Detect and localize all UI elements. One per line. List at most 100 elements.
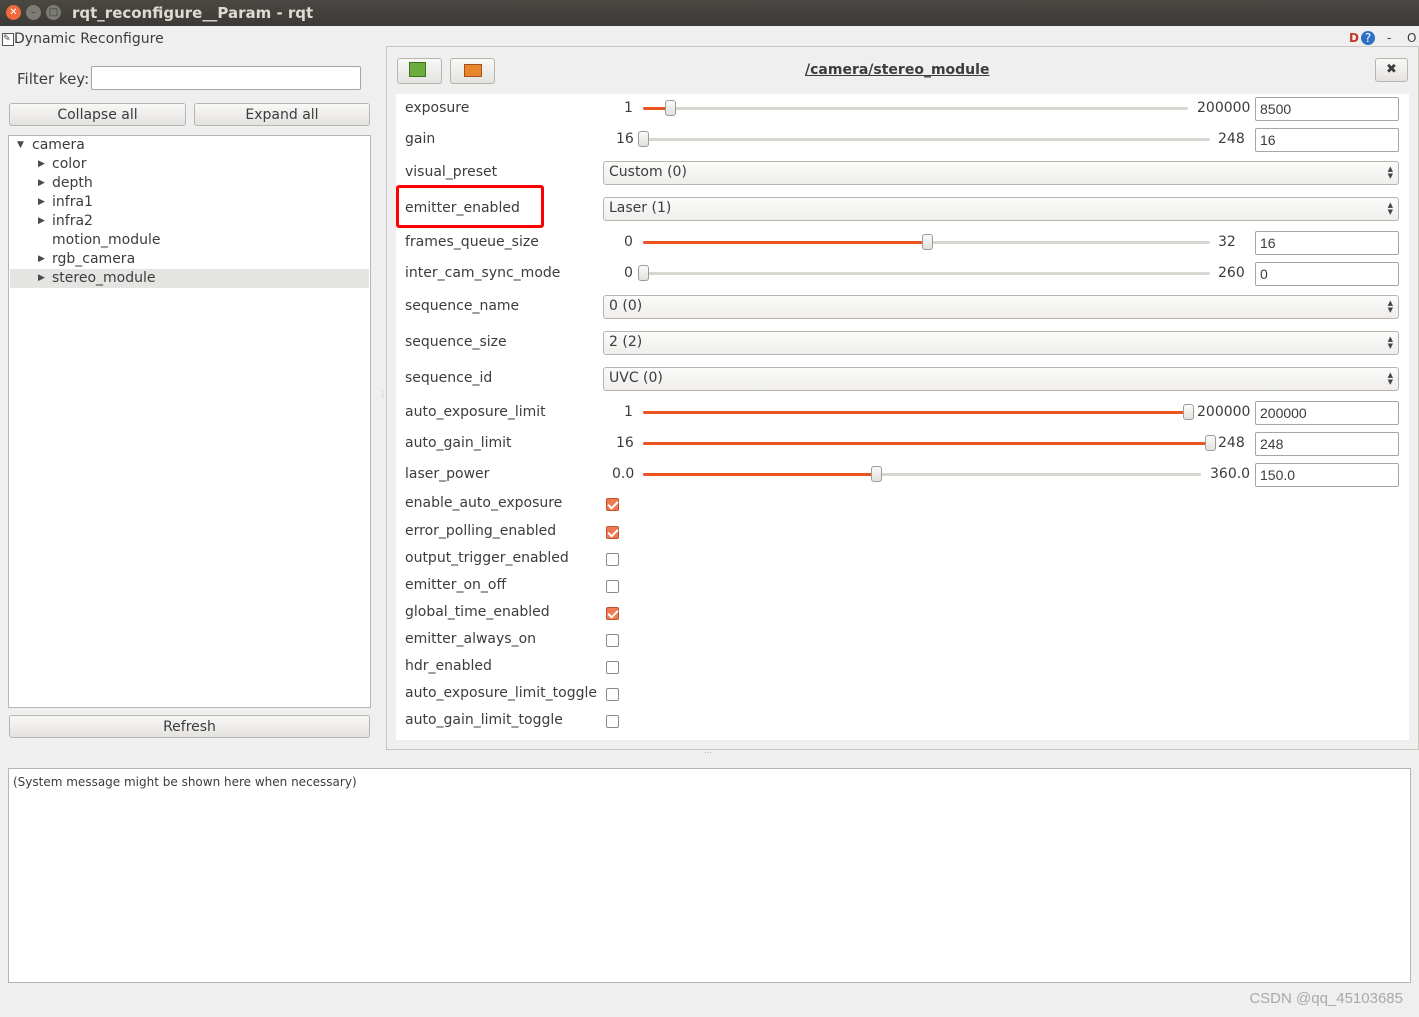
filter-key-input[interactable] — [91, 66, 361, 90]
tree-item-label: camera — [32, 137, 85, 153]
tree-item-label: color — [52, 156, 87, 172]
slider-laser-power[interactable] — [643, 466, 1201, 482]
debug-icon[interactable]: D — [1349, 31, 1359, 45]
slider-frames-queue-size[interactable] — [643, 234, 1210, 250]
collapsed-arrow-icon[interactable]: ▶ — [38, 193, 45, 212]
tree-item-motion-module[interactable]: motion_module — [10, 231, 369, 250]
param-name-gain: gain — [405, 131, 436, 147]
node-tree[interactable]: ▼ camera ▶ color ▶ depth ▶ infra1 ▶ infr… — [8, 135, 371, 708]
slider-handle[interactable] — [921, 234, 933, 250]
value-field-laser-power[interactable] — [1255, 463, 1399, 487]
tree-item-stereo-module[interactable]: ▶ stereo_module — [10, 269, 369, 288]
maximize-window-button[interactable]: □ — [46, 5, 61, 20]
value-field-inter-cam-sync-mode[interactable] — [1255, 262, 1399, 286]
tree-item-depth[interactable]: ▶ depth — [10, 174, 369, 193]
expand-all-button[interactable]: Expand all — [194, 103, 370, 126]
close-plugin-icon[interactable]: O — [1407, 31, 1416, 45]
param-name-exposure: exposure — [405, 100, 470, 116]
folder-open-icon — [464, 64, 482, 77]
close-window-button[interactable]: ✕ — [6, 5, 21, 20]
param-name-laser-power: laser_power — [405, 466, 490, 482]
slider-handle[interactable] — [1205, 435, 1216, 451]
param-name-emitter-on-off: emitter_on_off — [405, 577, 507, 593]
tree-item-infra2[interactable]: ▶ infra2 — [10, 212, 369, 231]
slider-inter-cam-sync-mode[interactable] — [638, 265, 1210, 281]
expand-arrow-icon[interactable]: ▼ — [17, 136, 24, 155]
dropdown-visual-preset[interactable]: Custom (0) ▲ ▼ — [603, 161, 1399, 185]
checkbox-auto-exposure-limit-toggle[interactable] — [606, 688, 619, 701]
checkbox-auto-gain-limit-toggle[interactable] — [606, 715, 619, 728]
close-panel-button[interactable]: ✖ — [1375, 58, 1408, 82]
slider-fill — [643, 473, 876, 476]
checkbox-output-trigger-enabled[interactable] — [606, 553, 619, 566]
dropdown-value: Custom (0) — [609, 164, 687, 180]
updown-arrow-icon: ▲ ▼ — [1387, 335, 1393, 350]
tree-item-label: motion_module — [52, 232, 161, 248]
value-field-auto-gain-limit[interactable] — [1255, 432, 1399, 456]
minimize-window-button[interactable]: – — [26, 5, 41, 20]
checkbox-global-time-enabled[interactable] — [606, 607, 619, 620]
value-field-exposure[interactable] — [1255, 97, 1399, 121]
dropdown-value: 0 (0) — [609, 298, 643, 314]
slider-gain[interactable] — [638, 131, 1210, 147]
updown-arrow-icon: ▲ ▼ — [1387, 165, 1393, 180]
horizontal-splitter-handle[interactable]: ⋯ — [704, 748, 712, 757]
tree-item-infra1[interactable]: ▶ infra1 — [10, 193, 369, 212]
panel-title: /camera/stereo_module — [805, 62, 990, 78]
param-name-output-trigger-enabled: output_trigger_enabled — [405, 550, 569, 566]
tree-item-label: stereo_module — [52, 270, 156, 286]
slider-handle[interactable] — [638, 131, 649, 147]
collapsed-arrow-icon[interactable]: ▶ — [38, 250, 45, 269]
slider-handle[interactable] — [665, 100, 677, 116]
checkbox-enable-auto-exposure[interactable] — [606, 498, 619, 511]
dropdown-sequence-size[interactable]: 2 (2) ▲ ▼ — [603, 331, 1399, 355]
slider-min-auto-exposure-limit: 1 — [624, 404, 633, 420]
slider-max-auto-exposure-limit: 200000 — [1197, 404, 1251, 420]
param-name-auto-gain-limit-toggle: auto_gain_limit_toggle — [405, 712, 563, 728]
collapsed-arrow-icon[interactable]: ▶ — [38, 155, 45, 174]
slider-auto-exposure-limit[interactable] — [643, 404, 1194, 420]
slider-min-gain: 16 — [616, 131, 634, 147]
collapsed-arrow-icon[interactable]: ▶ — [38, 174, 45, 193]
slider-handle[interactable] — [870, 466, 882, 482]
collapsed-arrow-icon[interactable]: ▶ — [38, 212, 45, 231]
refresh-button[interactable]: Refresh — [9, 715, 370, 738]
collapsed-arrow-icon[interactable]: ▶ — [38, 269, 45, 288]
checkbox-emitter-always-on[interactable] — [606, 634, 619, 647]
updown-arrow-icon: ▲ ▼ — [1387, 299, 1393, 314]
value-field-frames-queue-size[interactable] — [1255, 231, 1399, 255]
slider-max-exposure: 200000 — [1197, 100, 1251, 116]
param-name-sequence-id: sequence_id — [405, 370, 493, 386]
slider-max-gain: 248 — [1218, 131, 1245, 147]
tree-item-label: infra2 — [52, 213, 93, 229]
help-icon[interactable]: ? — [1361, 31, 1375, 45]
slider-fill — [643, 241, 927, 244]
slider-handle[interactable] — [1183, 404, 1194, 420]
dropdown-sequence-name[interactable]: 0 (0) ▲ ▼ — [603, 295, 1399, 319]
dropdown-value: UVC (0) — [609, 370, 663, 386]
tree-item-camera[interactable]: ▼ camera — [10, 136, 369, 155]
dropdown-sequence-id[interactable]: UVC (0) ▲ ▼ — [603, 367, 1399, 391]
slider-max-frames-queue-size: 32 — [1218, 234, 1236, 250]
param-name-auto-exposure-limit: auto_exposure_limit — [405, 404, 546, 420]
param-name-auto-gain-limit: auto_gain_limit — [405, 435, 512, 451]
window-titlebar: ✕ – □ rqt_reconfigure__Param - rqt — [0, 0, 1419, 26]
save-icon — [409, 62, 426, 77]
slider-auto-gain-limit[interactable] — [643, 435, 1216, 451]
slider-max-auto-gain-limit: 248 — [1218, 435, 1245, 451]
checkbox-hdr-enabled[interactable] — [606, 661, 619, 674]
highlight-box — [396, 185, 544, 228]
slider-handle[interactable] — [638, 265, 649, 281]
value-field-auto-exposure-limit[interactable] — [1255, 401, 1399, 425]
checkbox-emitter-on-off[interactable] — [606, 580, 619, 593]
slider-min-inter-cam-sync-mode: 0 — [624, 265, 633, 281]
slider-max-inter-cam-sync-mode: 260 — [1218, 265, 1245, 281]
value-field-gain[interactable] — [1255, 128, 1399, 152]
tree-item-color[interactable]: ▶ color — [10, 155, 369, 174]
slider-exposure[interactable] — [643, 100, 1188, 116]
collapse-all-button[interactable]: Collapse all — [9, 103, 186, 126]
dropdown-emitter-enabled[interactable]: Laser (1) ▲ ▼ — [603, 197, 1399, 221]
minimize-plugin-icon[interactable]: - — [1387, 31, 1391, 45]
checkbox-error-polling-enabled[interactable] — [606, 526, 619, 539]
tree-item-rgb-camera[interactable]: ▶ rgb_camera — [10, 250, 369, 269]
